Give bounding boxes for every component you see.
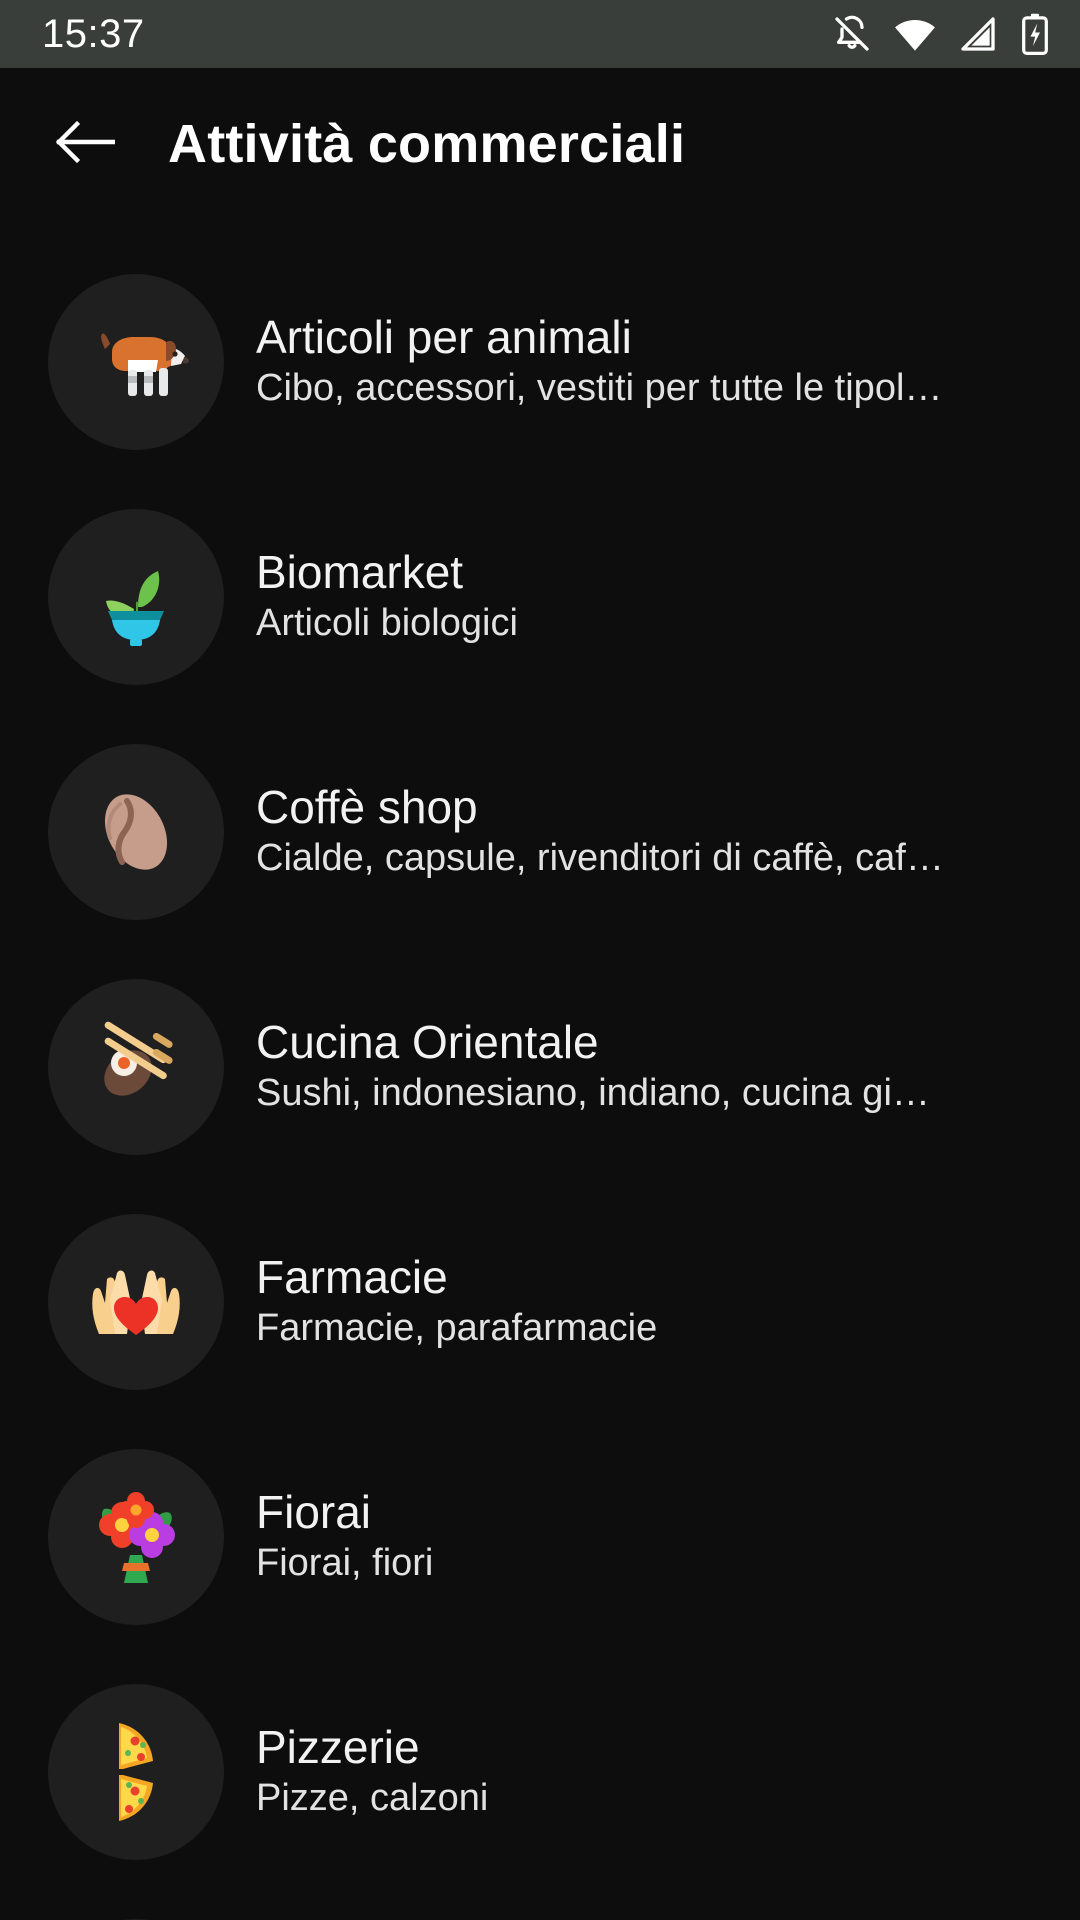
list-item[interactable]: Farmacie Farmacie, parafarmacie bbox=[0, 1184, 1080, 1419]
list-item[interactable]: Fiorai Fiorai, fiori bbox=[0, 1419, 1080, 1654]
list-item-text: Pizzerie Pizze, calzoni bbox=[256, 1722, 1052, 1821]
list-item-title: Farmacie bbox=[256, 1251, 448, 1303]
status-icon-group bbox=[832, 13, 1050, 55]
list-item-avatar bbox=[48, 1683, 224, 1860]
status-clock: 15:37 bbox=[42, 12, 145, 56]
app-bar: Attività commerciali bbox=[0, 68, 1080, 220]
list-item-title: Biomarket bbox=[256, 546, 464, 598]
list-item-text: Biomarket Articoli biologici bbox=[256, 547, 1052, 646]
page-title: Attività commerciali bbox=[168, 114, 686, 174]
back-arrow-icon bbox=[53, 118, 116, 171]
wifi-icon bbox=[894, 14, 936, 54]
business-category-list: Articoli per animali Cibo, accessori, ve… bbox=[0, 220, 1080, 1920]
list-item-subtitle: Farmacie, parafarmacie bbox=[256, 1307, 658, 1350]
bouquet-icon bbox=[78, 1479, 194, 1595]
list-item-title: Pizzerie bbox=[256, 1721, 420, 1773]
list-item-title: Fiorai bbox=[256, 1486, 372, 1538]
list-item[interactable]: Cucina Orientale Sushi, indonesiano, ind… bbox=[0, 949, 1080, 1184]
potted-plant-icon bbox=[80, 541, 192, 653]
list-item-text: Fiorai Fiorai, fiori bbox=[256, 1487, 1052, 1586]
list-item-subtitle: Fiorai, fiori bbox=[256, 1542, 434, 1585]
list-item-subtitle: Cialde, capsule, rivenditori di caffè, c… bbox=[256, 837, 944, 880]
list-item-subtitle: Cibo, accessori, vestiti per tutte le ti… bbox=[256, 367, 943, 410]
list-item-avatar bbox=[48, 273, 224, 450]
list-item-text: Articoli per animali Cibo, accessori, ve… bbox=[256, 312, 1052, 411]
list-item-title: Coffè shop bbox=[256, 781, 478, 833]
list-item-title: Cucina Orientale bbox=[256, 1016, 599, 1068]
list-item-avatar bbox=[48, 743, 224, 920]
list-item-avatar bbox=[48, 508, 224, 685]
back-button[interactable] bbox=[48, 108, 120, 180]
list-item-avatar bbox=[48, 978, 224, 1155]
sushi-icon bbox=[80, 1011, 192, 1123]
list-item-text: Farmacie Farmacie, parafarmacie bbox=[256, 1252, 1052, 1351]
status-bar: 15:37 bbox=[0, 0, 1080, 68]
list-item-text: Cucina Orientale Sushi, indonesiano, ind… bbox=[256, 1017, 1052, 1116]
list-item-subtitle: Pizze, calzoni bbox=[256, 1777, 489, 1820]
pizza-icon bbox=[79, 1715, 193, 1829]
list-item[interactable]: Pizzerie Pizze, calzoni bbox=[0, 1654, 1080, 1889]
list-item-avatar bbox=[48, 1213, 224, 1390]
list-item[interactable]: Coffè shop Cialde, capsule, rivenditori … bbox=[0, 714, 1080, 949]
list-item-avatar bbox=[48, 1448, 224, 1625]
dog-icon bbox=[76, 302, 196, 422]
cellular-signal-icon bbox=[958, 14, 998, 54]
battery-charging-icon bbox=[1020, 13, 1050, 55]
list-item-subtitle: Articoli biologici bbox=[256, 602, 518, 645]
list-item-title: Articoli per animali bbox=[256, 311, 632, 363]
list-item-partial[interactable] bbox=[0, 1889, 1080, 1920]
list-item-text: Coffè shop Cialde, capsule, rivenditori … bbox=[256, 782, 1052, 881]
list-item[interactable]: Articoli per animali Cibo, accessori, ve… bbox=[0, 244, 1080, 479]
hands-heart-icon bbox=[77, 1243, 195, 1361]
coffee-bean-icon bbox=[82, 778, 190, 886]
list-item-subtitle: Sushi, indonesiano, indiano, cucina gi… bbox=[256, 1072, 930, 1115]
notifications-off-icon bbox=[832, 14, 872, 54]
list-item[interactable]: Biomarket Articoli biologici bbox=[0, 479, 1080, 714]
